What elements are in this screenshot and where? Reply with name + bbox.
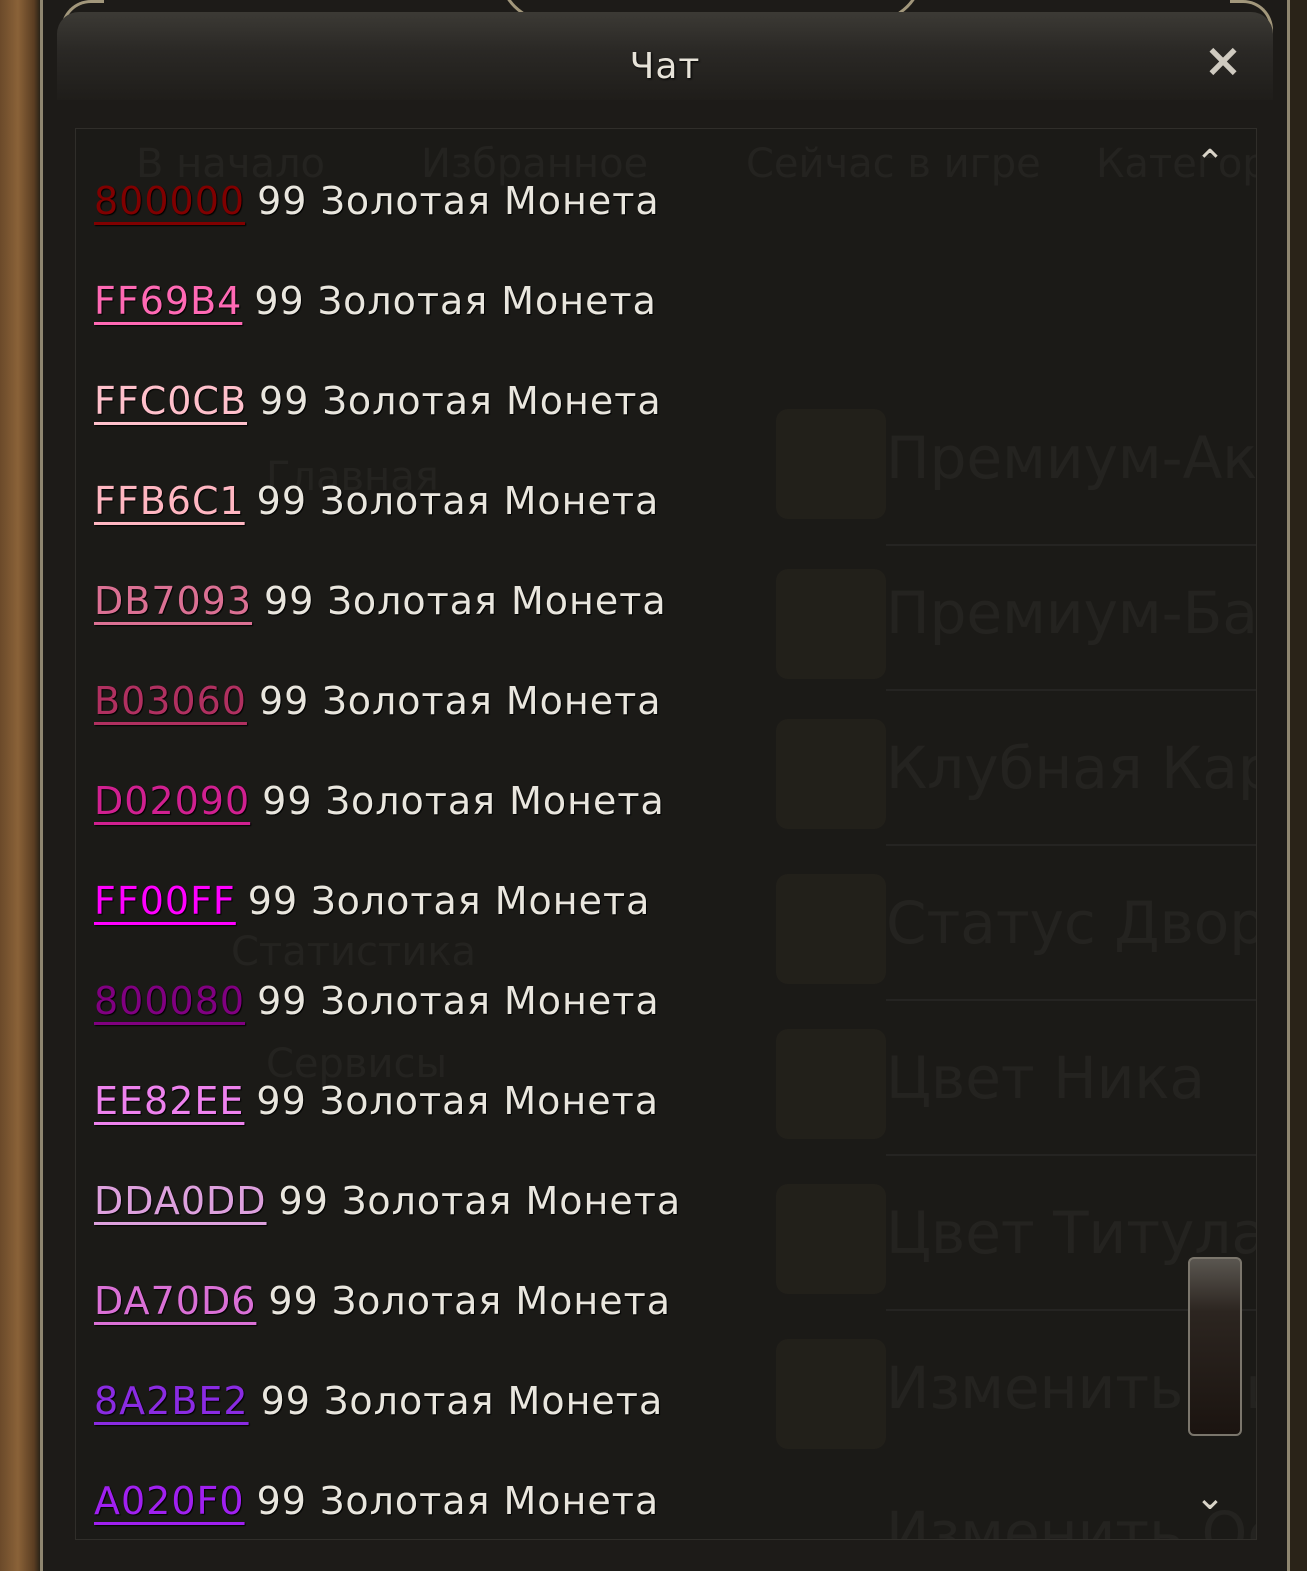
chat-message-text: 99 Золотая Монета xyxy=(278,1179,682,1223)
color-code-link[interactable]: A020F0 xyxy=(94,1479,245,1523)
color-code-link[interactable]: B03060 xyxy=(94,679,247,723)
chat-message: DA70D6 99 Золотая Монета xyxy=(94,1279,1176,1379)
scrollbar-thumb[interactable] xyxy=(1188,1257,1242,1436)
chat-message-text: 99 Золотая Монета xyxy=(262,779,665,823)
close-icon[interactable]: × xyxy=(1201,37,1245,83)
color-code-link[interactable]: 800000 xyxy=(94,179,245,223)
chat-message: FFB6C1 99 Золотая Монета xyxy=(94,479,1176,579)
chat-message-text: 99 Золотая Монета xyxy=(259,379,662,423)
chat-message-text: 99 Золотая Монета xyxy=(260,1379,664,1423)
chat-message: 8A2BE2 99 Золотая Монета xyxy=(94,1379,1176,1479)
color-code-link[interactable]: DB7093 xyxy=(94,579,252,623)
chat-message: D02090 99 Золотая Монета xyxy=(94,779,1176,879)
color-code-link[interactable]: FFC0CB xyxy=(94,379,247,423)
chat-panel: В начало Избранное Сейчас в игре Категор… xyxy=(75,128,1257,1540)
chat-message: 800080 99 Золотая Монета xyxy=(94,979,1176,1079)
color-code-link[interactable]: 8A2BE2 xyxy=(94,1379,249,1423)
scroll-up-icon[interactable]: ⌃ xyxy=(1190,146,1230,182)
color-code-link[interactable]: FF69B4 xyxy=(94,279,242,323)
title-bar[interactable]: Чат × xyxy=(57,12,1273,100)
chat-message-text: 99 Золотая Монета xyxy=(258,679,662,723)
chat-message-text: 99 Золотая Монета xyxy=(256,1079,660,1123)
color-code-link[interactable]: D02090 xyxy=(94,779,250,823)
color-code-link[interactable]: DDA0DD xyxy=(94,1179,267,1223)
window-title: Чат xyxy=(629,46,701,87)
chat-message: A020F0 99 Золотая Монета xyxy=(94,1479,1176,1539)
chat-message-text: 99 Золотая Монета xyxy=(256,1479,660,1523)
chat-message-text: 99 Золотая Монета xyxy=(257,179,660,223)
chat-message: DDA0DD 99 Золотая Монета xyxy=(94,1179,1176,1279)
chat-message-text: 99 Золотая Монета xyxy=(256,479,660,523)
color-code-link[interactable]: 800080 xyxy=(94,979,245,1023)
chat-message: EE82EE 99 Золотая Монета xyxy=(94,1079,1176,1179)
chat-message-text: 99 Золотая Монета xyxy=(247,879,651,923)
chat-message-text: 99 Золотая Монета xyxy=(257,979,660,1023)
chat-message-text: 99 Золотая Монета xyxy=(268,1279,672,1323)
chat-message-text: 99 Золотая Монета xyxy=(254,279,657,323)
color-code-link[interactable]: FFB6C1 xyxy=(94,479,245,523)
chat-message-text: 99 Золотая Монета xyxy=(264,579,667,623)
chat-message: 800000 99 Золотая Монета xyxy=(94,179,1176,279)
chat-message: B03060 99 Золотая Монета xyxy=(94,679,1176,779)
chat-message: DB7093 99 Золотая Монета xyxy=(94,579,1176,679)
chat-message: FFC0CB 99 Золотая Монета xyxy=(94,379,1176,479)
color-code-link[interactable]: EE82EE xyxy=(94,1079,244,1123)
chat-window: Чат × В начало Избранное Сейчас в игре К… xyxy=(40,0,1290,1571)
color-code-link[interactable]: DA70D6 xyxy=(94,1279,256,1323)
chat-message: FF00FF 99 Золотая Монета xyxy=(94,879,1176,979)
color-code-link[interactable]: FF00FF xyxy=(94,879,236,923)
scroll-down-icon[interactable]: ⌄ xyxy=(1190,1480,1230,1516)
chat-message-list: 800000 99 Золотая Монета FF69B4 99 Золотая… xyxy=(94,179,1176,1539)
chat-message: FF69B4 99 Золотая Монета xyxy=(94,279,1176,379)
